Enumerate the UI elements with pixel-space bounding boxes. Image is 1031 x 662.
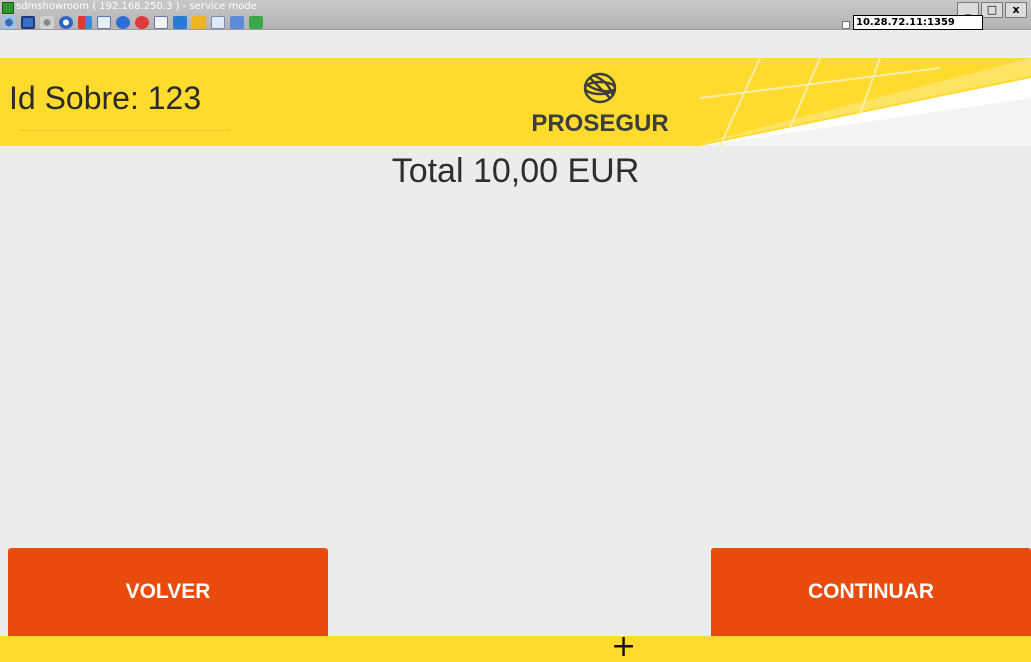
globe-icon xyxy=(583,72,617,104)
remote-toolbar xyxy=(2,15,263,29)
connection-checkbox[interactable] xyxy=(842,20,850,29)
monitor-icon[interactable] xyxy=(173,15,187,29)
app-icon xyxy=(2,2,14,14)
cursor-crosshair-icon: + xyxy=(611,629,637,662)
folder-icon[interactable] xyxy=(192,15,206,29)
message-icon[interactable] xyxy=(249,15,263,29)
refresh-icon[interactable] xyxy=(59,15,73,29)
gear-icon[interactable] xyxy=(40,15,54,29)
windows-icon[interactable] xyxy=(78,15,92,29)
continue-button[interactable]: CONTINUAR xyxy=(711,548,1031,636)
header-banner: Id Sobre: 123 PROSEGUR xyxy=(0,58,1031,146)
brand-name: PROSEGUR xyxy=(531,110,669,137)
stop-icon[interactable] xyxy=(135,15,149,29)
connection-indicator: 10.28.72.11:1359 xyxy=(842,15,983,30)
capture-icon[interactable] xyxy=(21,15,35,29)
footer-bar: + xyxy=(0,632,1031,662)
settings-icon[interactable] xyxy=(2,15,16,29)
envelope-id: Id Sobre: 123 xyxy=(9,80,202,116)
back-button[interactable]: VOLVER xyxy=(8,548,328,636)
close-button[interactable]: x xyxy=(1005,2,1027,18)
maximize-button[interactable]: □ xyxy=(981,2,1003,18)
document-icon[interactable] xyxy=(154,15,168,29)
window-icon[interactable] xyxy=(97,15,111,29)
window-title-bar: sdmshowroom ( 192.168.250.3 ) - service … xyxy=(0,0,1031,30)
info-icon[interactable] xyxy=(116,15,130,29)
chat-icon[interactable] xyxy=(230,15,244,29)
screen-icon[interactable] xyxy=(211,15,225,29)
window-title: sdmshowroom ( 192.168.250.3 ) - service … xyxy=(16,1,257,12)
prosegur-logo: PROSEGUR xyxy=(500,66,700,142)
header-subline xyxy=(20,130,230,133)
total-amount: Total 10,00 EUR xyxy=(391,152,640,190)
connection-address: 10.28.72.11:1359 xyxy=(853,15,983,30)
